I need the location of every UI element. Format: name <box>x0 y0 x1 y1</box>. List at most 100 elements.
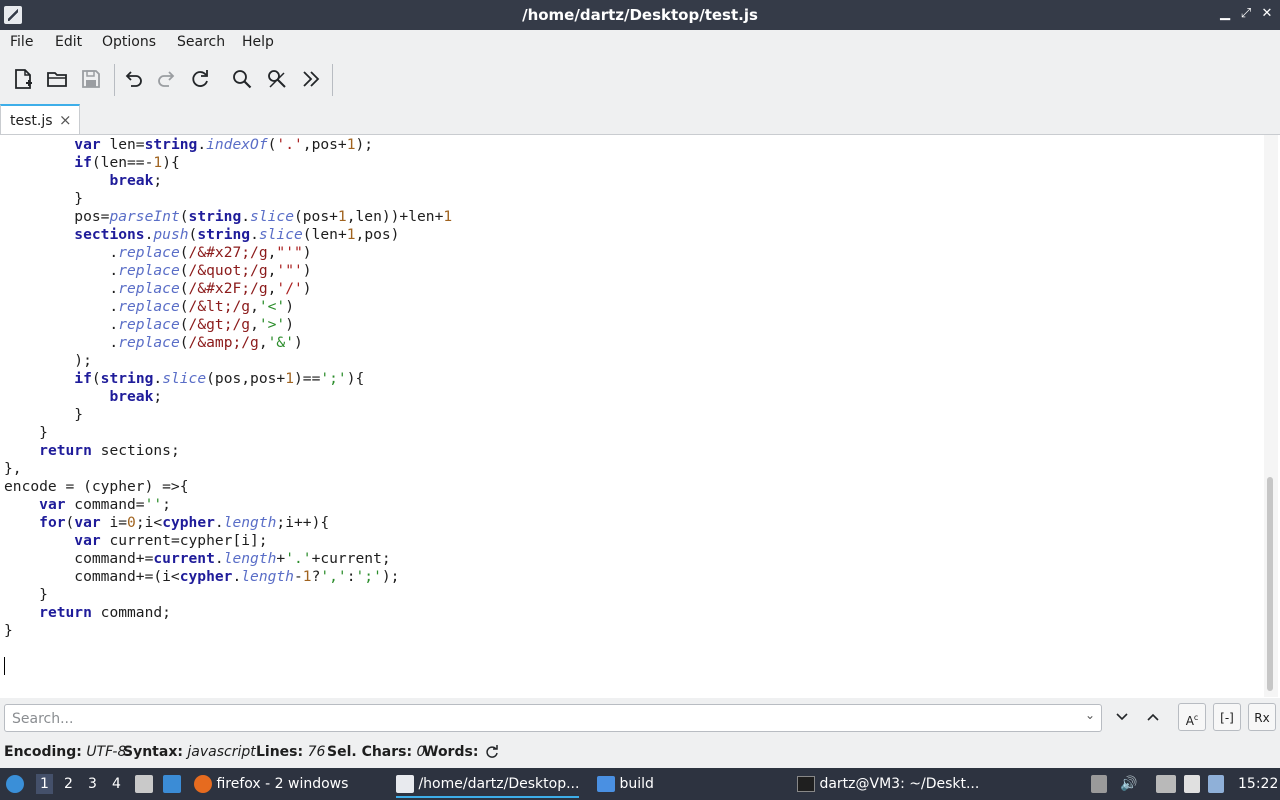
file-manager-icon[interactable] <box>135 775 153 793</box>
firefox-icon <box>194 775 212 793</box>
toolbar-separator <box>114 64 115 96</box>
search-history-dropdown-icon[interactable]: ⌄ <box>1085 708 1095 722</box>
scrollbar-thumb[interactable] <box>1267 477 1273 691</box>
search-bar: ⌄ Ac [-] Rx <box>0 698 1280 738</box>
toolbar-separator <box>332 64 333 96</box>
taskbar-firefox[interactable]: firefox - 2 windows <box>194 770 348 798</box>
workspace-4[interactable]: 4 <box>112 776 121 792</box>
volume-icon[interactable]: 🔊 <box>1120 776 1137 792</box>
code-line[interactable]: .replace(/&#x27;/g,"'") <box>4 244 452 262</box>
taskbar-text-editor[interactable]: /home/dartz/Desktop... <box>396 770 580 798</box>
code-line[interactable]: .replace(/&gt;/g,'>') <box>4 316 452 334</box>
text-editor-icon <box>396 775 414 793</box>
selection-status: Sel. Chars: 0 <box>327 744 426 760</box>
find-icon[interactable] <box>229 66 255 92</box>
whole-word-icon[interactable]: [-] <box>1213 703 1241 731</box>
taskbar: 1 2 3 4 firefox - 2 windows /home/dartz/… <box>0 768 1280 800</box>
word-count-refresh-icon[interactable] <box>484 744 500 764</box>
menu-options[interactable]: Options <box>102 34 156 50</box>
code-line[interactable]: sections.push(string.slice(len+1,pos) <box>4 226 452 244</box>
new-file-icon[interactable] <box>10 66 36 92</box>
go-more-icon[interactable] <box>298 66 324 92</box>
code-line[interactable]: .replace(/&quot;/g,'"') <box>4 262 452 280</box>
code-line[interactable]: var len=string.indexOf('.',pos+1); <box>4 136 452 154</box>
menu-edit[interactable]: Edit <box>55 34 82 50</box>
words-status: Words: <box>423 744 479 760</box>
code-line[interactable]: ); <box>4 352 452 370</box>
find-next-button[interactable] <box>1108 703 1136 731</box>
tab-test-js[interactable]: test.js × <box>0 104 80 134</box>
code-line[interactable]: if(string.slice(pos,pos+1)==';'){ <box>4 370 452 388</box>
search-input[interactable] <box>10 709 1074 729</box>
code-line[interactable]: command+=(i<cypher.length-1?',':';'); <box>4 568 452 586</box>
title-bar: /home/dartz/Desktop/test.js ▁ ⤢ ✕ <box>0 0 1280 30</box>
folder-icon <box>597 776 615 792</box>
code-line[interactable]: } <box>4 586 452 604</box>
tab-bar: test.js × <box>0 102 1280 135</box>
reload-icon[interactable] <box>187 66 213 92</box>
terminal-icon <box>797 776 815 792</box>
code-line[interactable]: return sections; <box>4 442 452 460</box>
code-content[interactable]: var len=string.indexOf('.',pos+1); if(le… <box>4 136 452 676</box>
encoding-status: Encoding: UTF-8 <box>4 744 127 760</box>
code-line[interactable]: }, <box>4 460 452 478</box>
code-line[interactable]: return command; <box>4 604 452 622</box>
maximize-button[interactable]: ⤢ <box>1237 5 1255 23</box>
code-line[interactable]: } <box>4 622 452 640</box>
regex-icon[interactable]: Rx <box>1248 703 1276 731</box>
code-line[interactable] <box>4 658 452 676</box>
code-line[interactable]: command+=current.length+'.'+current; <box>4 550 452 568</box>
code-line[interactable]: .replace(/&lt;/g,'<') <box>4 298 452 316</box>
lines-status: Lines: 76 <box>256 744 326 760</box>
find-replace-icon[interactable] <box>264 66 290 92</box>
code-line[interactable]: .replace(/&amp;/g,'&') <box>4 334 452 352</box>
search-field[interactable]: ⌄ <box>4 704 1102 732</box>
taskbar-build-folder[interactable]: build <box>597 770 654 798</box>
code-line[interactable]: pos=parseInt(string.slice(pos+1,len))+le… <box>4 208 452 226</box>
menu-bar: File Edit Options Search Help <box>0 30 1280 56</box>
status-bar: Encoding: UTF-8 Syntax: javascript Lines… <box>0 738 1280 768</box>
tray-network-icon[interactable] <box>1156 775 1176 793</box>
text-cursor <box>4 657 5 675</box>
clock: 15:22 <box>1238 776 1279 792</box>
window-title: /home/dartz/Desktop/test.js <box>522 6 758 24</box>
toolbar <box>0 56 1280 102</box>
undo-icon[interactable] <box>120 66 146 92</box>
code-line[interactable]: encode = (cypher) =>{ <box>4 478 452 496</box>
menu-file[interactable]: File <box>10 34 33 50</box>
code-line[interactable] <box>4 640 452 658</box>
code-line[interactable]: } <box>4 424 452 442</box>
code-line[interactable]: break; <box>4 388 452 406</box>
code-line[interactable]: break; <box>4 172 452 190</box>
code-editor[interactable]: var len=string.indexOf('.',pos+1); if(le… <box>0 135 1262 697</box>
workspace-3[interactable]: 3 <box>88 776 97 792</box>
redo-icon[interactable] <box>154 66 180 92</box>
syntax-status: Syntax: javascript <box>123 744 256 760</box>
code-line[interactable]: if(len==-1){ <box>4 154 452 172</box>
workspace-1[interactable]: 1 <box>36 774 53 794</box>
find-previous-button[interactable] <box>1139 703 1167 731</box>
match-case-icon[interactable]: Ac <box>1178 703 1206 731</box>
code-line[interactable]: for(var i=0;i<cypher.length;i++){ <box>4 514 452 532</box>
code-line[interactable]: .replace(/&#x2F;/g,'/') <box>4 280 452 298</box>
menu-search[interactable]: Search <box>177 34 225 50</box>
close-button[interactable]: ✕ <box>1258 5 1276 23</box>
vertical-scrollbar[interactable] <box>1264 135 1278 697</box>
tray-battery-icon[interactable] <box>1091 775 1107 793</box>
code-line[interactable]: } <box>4 190 452 208</box>
tab-close-icon[interactable]: × <box>59 111 72 129</box>
save-icon[interactable] <box>78 66 104 92</box>
code-line[interactable]: var current=cypher[i]; <box>4 532 452 550</box>
tab-label: test.js <box>10 113 53 129</box>
clipboard-icon[interactable] <box>1184 775 1200 793</box>
minimize-button[interactable]: ▁ <box>1216 5 1234 23</box>
menu-help[interactable]: Help <box>242 34 274 50</box>
taskbar-terminal[interactable]: dartz@VM3: ~/Deskt... <box>797 770 979 798</box>
show-desktop-icon[interactable] <box>163 775 181 793</box>
workspace-2[interactable]: 2 <box>64 776 73 792</box>
start-menu-icon[interactable] <box>6 775 24 793</box>
notification-icon[interactable] <box>1208 775 1224 793</box>
open-folder-icon[interactable] <box>44 66 70 92</box>
code-line[interactable]: var command=''; <box>4 496 452 514</box>
code-line[interactable]: } <box>4 406 452 424</box>
